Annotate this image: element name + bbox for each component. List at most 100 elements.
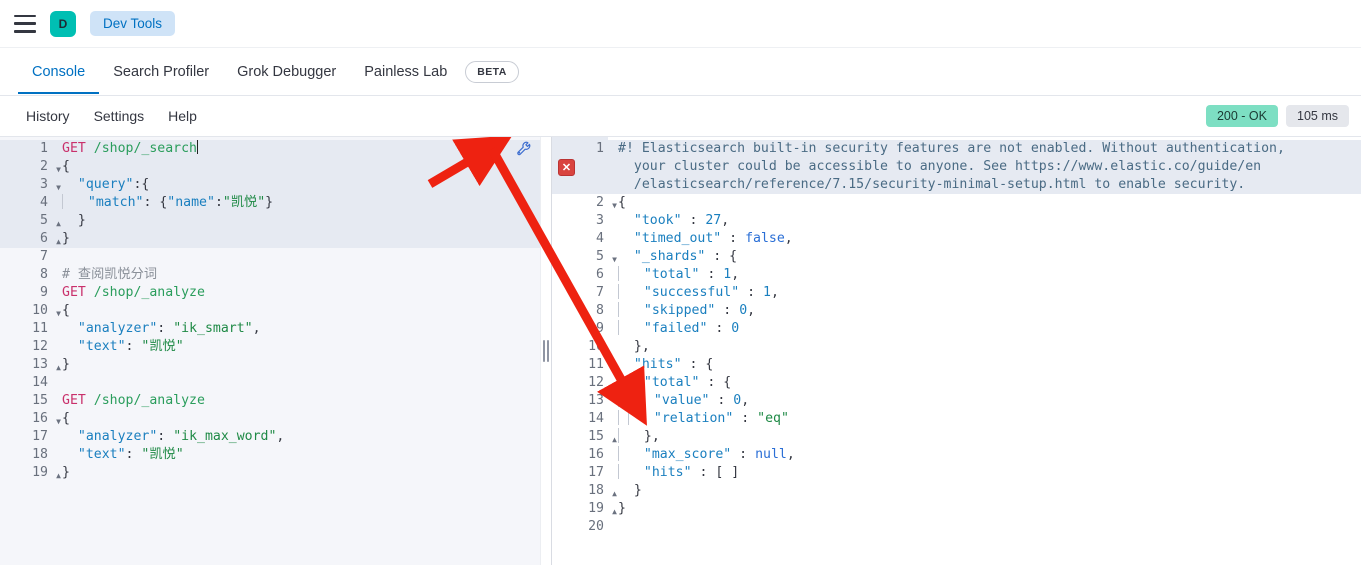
tab-console[interactable]: Console: [18, 50, 100, 94]
line-content[interactable]: "text": "凯悦": [52, 338, 540, 356]
code-line[interactable]: 2 ▼{: [552, 194, 1361, 212]
line-content[interactable]: "total" : 1,: [608, 266, 1361, 284]
line-content[interactable]: "query":{: [52, 176, 540, 194]
line-content[interactable]: "timed_out" : false,: [608, 230, 1361, 248]
fold-toggle-icon[interactable]: ▼: [56, 161, 61, 179]
menu-item-settings[interactable]: Settings: [82, 102, 157, 130]
fold-toggle-icon[interactable]: ▲: [56, 359, 61, 377]
fold-toggle-icon[interactable]: ▲: [56, 215, 61, 233]
send-request-icon[interactable]: [490, 140, 507, 157]
code-line[interactable]: 5 ▲ }: [0, 212, 540, 230]
line-content[interactable]: "value" : 0,: [608, 392, 1361, 410]
pane-splitter[interactable]: [540, 137, 552, 565]
error-marker-icon[interactable]: ✕: [558, 159, 575, 176]
code-line[interactable]: 11 "analyzer": "ik_smart",: [0, 320, 540, 338]
code-line[interactable]: 8 "skipped" : 0,: [552, 302, 1361, 320]
code-line[interactable]: 1 GET /shop/_search: [0, 140, 540, 158]
code-line[interactable]: 2 ▼{: [0, 158, 540, 176]
line-content[interactable]: }: [52, 464, 540, 482]
code-line[interactable]: 19 ▲}: [0, 464, 540, 482]
line-content[interactable]: # 查阅凯悦分词: [52, 266, 540, 284]
response-code-lines[interactable]: 1 #! Elasticsearch built-in security feat…: [552, 137, 1361, 536]
code-line[interactable]: 3 "took" : 27,: [552, 212, 1361, 230]
fold-toggle-icon[interactable]: ▲: [612, 503, 617, 521]
code-line[interactable]: 4 "match": {"name":"凯悦"}: [0, 194, 540, 212]
fold-toggle-icon[interactable]: ▼: [56, 305, 61, 323]
fold-toggle-icon[interactable]: ▲: [612, 431, 617, 449]
line-content[interactable]: "analyzer": "ik_max_word",: [52, 428, 540, 446]
fold-toggle-icon[interactable]: ▼: [612, 251, 617, 269]
code-line[interactable]: 11 ▼ "hits" : {: [552, 356, 1361, 374]
code-line[interactable]: 13 ▲}: [0, 356, 540, 374]
code-line[interactable]: 13 "value" : 0,: [552, 392, 1361, 410]
avatar[interactable]: D: [50, 10, 76, 37]
line-content[interactable]: "failed" : 0: [608, 320, 1361, 338]
code-line[interactable]: 6 ▲}: [0, 230, 540, 248]
fold-toggle-icon[interactable]: ▼: [612, 197, 617, 215]
line-content[interactable]: },: [608, 338, 1361, 356]
line-content[interactable]: }: [52, 212, 540, 230]
code-line[interactable]: 15 GET /shop/_analyze: [0, 392, 540, 410]
line-content[interactable]: },: [608, 428, 1361, 446]
line-content[interactable]: }: [608, 482, 1361, 500]
line-content[interactable]: "skipped" : 0,: [608, 302, 1361, 320]
resize-handle-icon[interactable]: [543, 340, 549, 362]
breadcrumb-dev-tools[interactable]: Dev Tools: [90, 11, 176, 36]
line-content[interactable]: "successful" : 1,: [608, 284, 1361, 302]
code-line[interactable]: 12 "text": "凯悦": [0, 338, 540, 356]
tab-grok-debugger[interactable]: Grok Debugger: [223, 50, 350, 93]
code-line[interactable]: 16 ▼{: [0, 410, 540, 428]
line-content[interactable]: {: [52, 158, 540, 176]
line-content[interactable]: "_shards" : {: [608, 248, 1361, 266]
line-content[interactable]: GET /shop/_search: [52, 140, 540, 158]
code-line[interactable]: 4 "timed_out" : false,: [552, 230, 1361, 248]
line-content[interactable]: "analyzer": "ik_smart",: [52, 320, 540, 338]
code-line[interactable]: 17 "analyzer": "ik_max_word",: [0, 428, 540, 446]
fold-toggle-icon[interactable]: ▼: [612, 377, 617, 395]
code-line[interactable]: 16 "max_score" : null,: [552, 446, 1361, 464]
line-content[interactable]: "took" : 27,: [608, 212, 1361, 230]
line-content[interactable]: {: [608, 194, 1361, 212]
code-line[interactable]: 10 ▼{: [0, 302, 540, 320]
menu-item-history[interactable]: History: [14, 102, 82, 130]
line-content[interactable]: "total" : {: [608, 374, 1361, 392]
code-line[interactable]: 7 "successful" : 1,: [552, 284, 1361, 302]
code-line[interactable]: 14: [0, 374, 540, 392]
line-content[interactable]: GET /shop/_analyze: [52, 284, 540, 302]
menu-item-help[interactable]: Help: [156, 102, 209, 130]
line-content[interactable]: }: [52, 356, 540, 374]
tab-search-profiler[interactable]: Search Profiler: [99, 50, 223, 93]
code-line[interactable]: 7: [0, 248, 540, 266]
line-content[interactable]: }: [608, 500, 1361, 518]
code-line[interactable]: 3 ▼ "query":{: [0, 176, 540, 194]
fold-toggle-icon[interactable]: ▲: [56, 233, 61, 251]
code-line[interactable]: 5 ▼ "_shards" : {: [552, 248, 1361, 266]
tab-painless-lab[interactable]: Painless Lab: [350, 50, 461, 93]
request-code-lines[interactable]: 1 GET /shop/_search 2 ▼{3 ▼ "query":{4 "matc…: [0, 137, 540, 482]
code-line[interactable]: 19 ▲}: [552, 500, 1361, 518]
hamburger-icon[interactable]: [14, 14, 36, 33]
line-content[interactable]: GET /shop/_analyze: [52, 392, 540, 410]
line-content[interactable]: }: [52, 230, 540, 248]
line-content[interactable]: "relation" : "eq": [608, 410, 1361, 428]
wrench-icon[interactable]: [515, 140, 532, 157]
code-line[interactable]: 8 # 查阅凯悦分词: [0, 266, 540, 284]
line-content[interactable]: "match": {"name":"凯悦"}: [52, 194, 540, 212]
line-content[interactable]: {: [52, 410, 540, 428]
fold-toggle-icon[interactable]: ▼: [56, 179, 61, 197]
fold-toggle-icon[interactable]: ▲: [612, 485, 617, 503]
code-line[interactable]: 12 ▼ "total" : {: [552, 374, 1361, 392]
code-line[interactable]: 6 "total" : 1,: [552, 266, 1361, 284]
line-content[interactable]: "hits" : [ ]: [608, 464, 1361, 482]
code-line[interactable]: 18 "text": "凯悦": [0, 446, 540, 464]
line-content[interactable]: "max_score" : null,: [608, 446, 1361, 464]
code-line[interactable]: 18 ▲ }: [552, 482, 1361, 500]
request-editor[interactable]: 1 GET /shop/_search 2 ▼{3 ▼ "query":{4 "matc…: [0, 137, 540, 565]
code-line[interactable]: 10 },: [552, 338, 1361, 356]
fold-toggle-icon[interactable]: ▼: [56, 413, 61, 431]
fold-toggle-icon[interactable]: ▼: [612, 359, 617, 377]
code-line[interactable]: 14 "relation" : "eq": [552, 410, 1361, 428]
code-line[interactable]: 9 "failed" : 0: [552, 320, 1361, 338]
fold-toggle-icon[interactable]: ▲: [56, 467, 61, 485]
code-line[interactable]: 17 "hits" : [ ]: [552, 464, 1361, 482]
